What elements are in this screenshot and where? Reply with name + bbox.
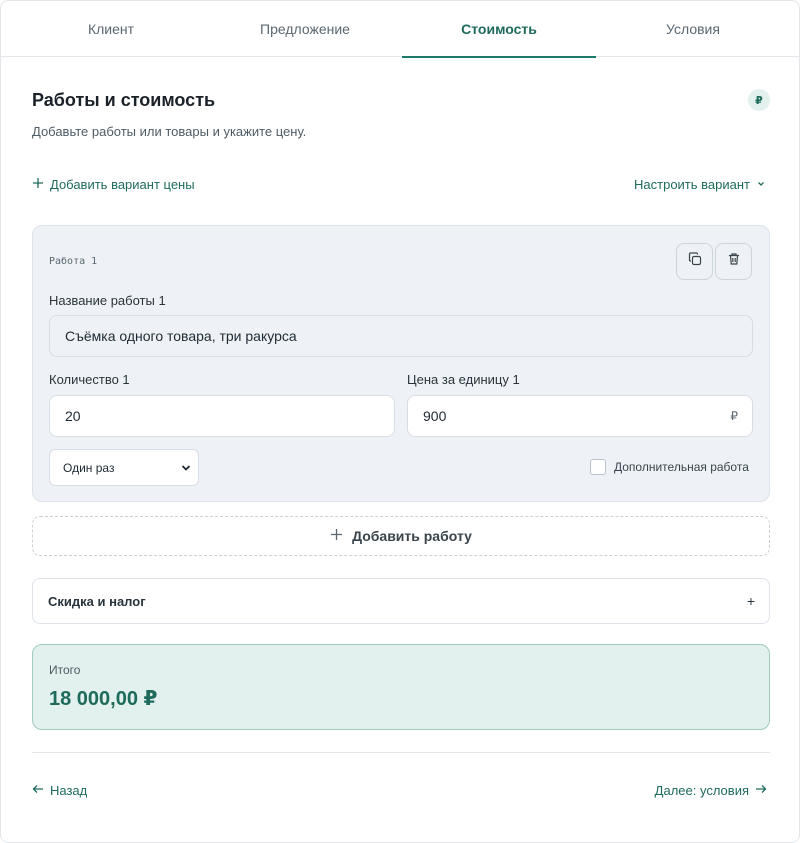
work-item: Работа 1 Название работы 1 Съёмка одного… [32,225,770,502]
back-button[interactable]: Назад [32,783,87,798]
total-value: 18 000,00 ₽ [49,688,158,710]
quantity-input[interactable]: 20 [49,395,395,437]
add-work-label: Добавить работу [352,528,472,544]
unit-price-label: Цена за единицу 1 [407,372,520,387]
work-name-input[interactable]: Съёмка одного товара, три ракурса [49,315,753,357]
work-item-number: Работа 1 [49,256,98,267]
total-panel: Итого 18 000,00 ₽ [32,644,770,730]
quantity-label: Количество 1 [49,372,130,387]
plus-icon [32,177,44,192]
next-label: Далее: условия [654,783,749,798]
proposal-card: Клиент Предложение Стоимость Условия Раб… [0,0,800,843]
extra-work-checkbox[interactable] [590,459,606,475]
unit-price-value: 900 [423,408,447,424]
expand-plus-icon: + [746,593,755,609]
duplicate-work-button[interactable] [676,243,713,280]
tab-client[interactable]: Клиент [14,1,208,57]
ruble-icon: ₽ [730,409,738,423]
next-button[interactable]: Далее: условия [655,783,767,798]
add-price-variant-button[interactable]: Добавить вариант цены [32,177,195,192]
page-subtitle: Добавьте работы или товары и укажите цен… [32,124,307,139]
plus-icon [330,528,343,544]
arrow-right-icon [755,783,767,798]
copy-icon [688,252,702,271]
step-tabs: Клиент Предложение Стоимость Условия [1,1,799,58]
unit-price-input[interactable]: 900 ₽ [407,395,753,437]
divider [32,752,770,753]
trash-icon [727,252,741,271]
discount-tax-label: Скидка и налог [48,593,146,609]
add-price-variant-label: Добавить вариант цены [50,177,195,192]
total-label: Итого [49,663,81,677]
back-label: Назад [50,783,88,798]
tab-terms[interactable]: Условия [596,1,790,57]
extra-work-label: Дополнительная работа [614,460,749,474]
page-title: Работы и стоимость [32,90,216,110]
discount-tax-section[interactable]: Скидка и налог + [32,578,770,624]
work-name-label: Название работы 1 [49,293,166,308]
frequency-value: Один раз [63,460,115,475]
currency-badge: ₽ [748,89,770,111]
add-work-button[interactable]: Добавить работу [32,516,770,556]
arrow-left-icon [32,783,44,798]
configure-variant-button[interactable]: Настроить вариант [634,177,766,192]
extra-work-toggle[interactable]: Дополнительная работа [590,459,749,475]
configure-variant-label: Настроить вариант [634,177,750,192]
tab-offer[interactable]: Предложение [208,1,402,57]
frequency-select[interactable]: Один раз [49,449,199,486]
delete-work-button[interactable] [715,243,752,280]
tab-cost[interactable]: Стоимость [402,1,596,58]
chevron-down-icon [180,462,192,477]
chevron-down-icon [756,177,766,192]
